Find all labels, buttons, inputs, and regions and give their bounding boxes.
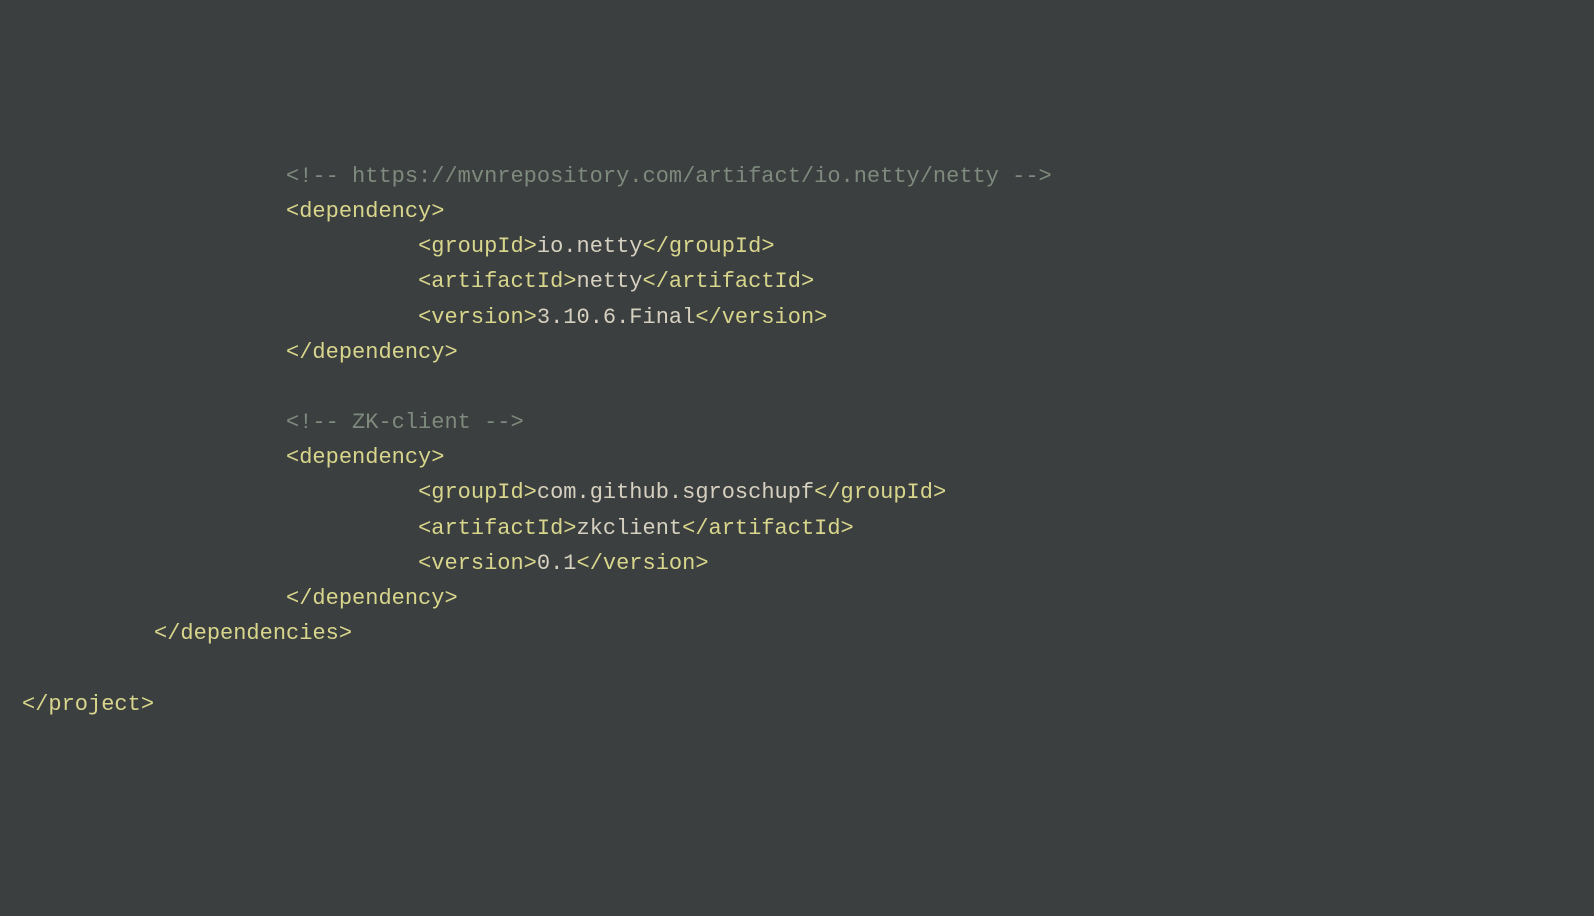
code-token: <artifactId>	[418, 269, 576, 294]
code-line: <artifactId>netty</artifactId>	[22, 264, 1572, 299]
code-line: </project>	[22, 687, 1572, 722]
code-token: 0.1	[537, 551, 577, 576]
code-token: </artifactId>	[682, 516, 854, 541]
code-token: <artifactId>	[418, 516, 576, 541]
code-line: </dependencies>	[22, 616, 1572, 651]
code-line: <dependency>	[22, 440, 1572, 475]
code-token: zkclient	[577, 516, 683, 541]
code-token: </version>	[577, 551, 709, 576]
code-token: <!-- https://mvnrepository.com/artifact/…	[286, 164, 1052, 189]
code-token: com.github.sgroschupf	[537, 480, 814, 505]
code-token: <dependency>	[286, 199, 444, 224]
code-token: </dependency>	[286, 586, 458, 611]
code-line: </dependency>	[22, 581, 1572, 616]
code-line: <!-- ZK-client -->	[22, 405, 1572, 440]
code-token: netty	[577, 269, 643, 294]
code-line: <version>3.10.6.Final</version>	[22, 300, 1572, 335]
code-line: <groupId>com.github.sgroschupf</groupId>	[22, 475, 1572, 510]
code-token: </project>	[22, 692, 154, 717]
code-token: <!-- ZK-client -->	[286, 410, 524, 435]
code-line: <artifactId>zkclient</artifactId>	[22, 511, 1572, 546]
code-line: </dependency>	[22, 335, 1572, 370]
code-block: <!-- https://mvnrepository.com/artifact/…	[22, 159, 1572, 722]
code-line: <dependency>	[22, 194, 1572, 229]
code-token	[22, 656, 35, 681]
code-token: </groupId>	[814, 480, 946, 505]
code-token: <groupId>	[418, 234, 537, 259]
code-line: <groupId>io.netty</groupId>	[22, 229, 1572, 264]
code-token: </groupId>	[643, 234, 775, 259]
code-token: 3.10.6.Final	[537, 305, 695, 330]
code-token: </dependency>	[286, 340, 458, 365]
code-token: <dependency>	[286, 445, 444, 470]
code-token	[286, 375, 299, 400]
code-token: <version>	[418, 305, 537, 330]
code-token: io.netty	[537, 234, 643, 259]
code-token: </artifactId>	[643, 269, 815, 294]
code-line: <version>0.1</version>	[22, 546, 1572, 581]
code-line	[22, 651, 1572, 686]
code-line: <!-- https://mvnrepository.com/artifact/…	[22, 159, 1572, 194]
code-token: </dependencies>	[154, 621, 352, 646]
code-token: <groupId>	[418, 480, 537, 505]
code-token: <version>	[418, 551, 537, 576]
code-token: </version>	[695, 305, 827, 330]
code-line	[22, 370, 1572, 405]
